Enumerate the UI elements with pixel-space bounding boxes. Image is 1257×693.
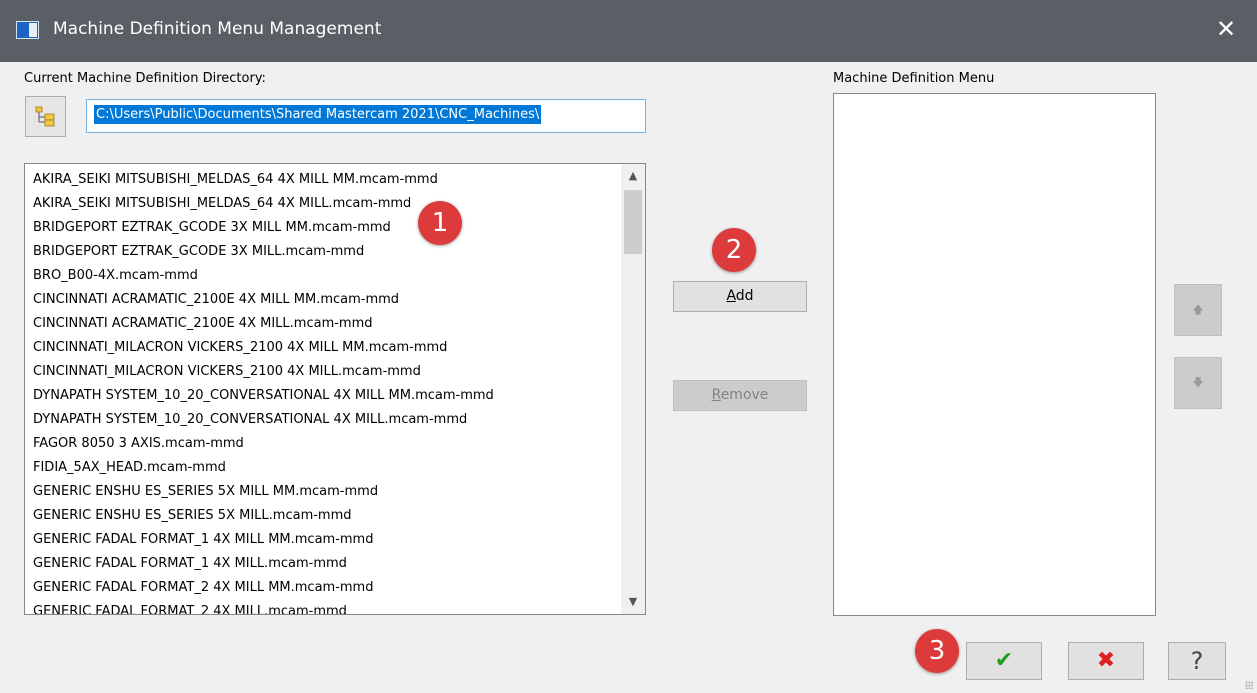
- callout-badge-1: 1: [418, 201, 462, 245]
- remove-button-label: emove: [720, 387, 769, 403]
- machine-definition-menu-list[interactable]: [833, 93, 1156, 616]
- scroll-thumb[interactable]: [624, 190, 642, 254]
- list-item[interactable]: DYNAPATH SYSTEM_10_20_CONVERSATIONAL 4X …: [33, 408, 494, 432]
- list-scrollbar[interactable]: ▲ ▼: [621, 164, 645, 614]
- list-item[interactable]: BRO_B00-4X.mcam-mmd: [33, 264, 494, 288]
- checkmark-icon: ✔: [994, 648, 1014, 673]
- ok-button[interactable]: ✔: [966, 642, 1042, 680]
- scroll-up-arrow-icon[interactable]: ▲: [621, 164, 645, 188]
- directory-label: Current Machine Definition Directory:: [24, 71, 266, 86]
- add-button[interactable]: Add: [673, 281, 807, 312]
- list-item[interactable]: CINCINNATI ACRAMATIC_2100E 4X MILL.mcam-…: [33, 312, 494, 336]
- machine-file-list[interactable]: AKIRA_SEIKI MITSUBISHI_MELDAS_64 4X MILL…: [24, 163, 646, 615]
- list-item[interactable]: FIDIA_5AX_HEAD.mcam-mmd: [33, 456, 494, 480]
- window-title: Machine Definition Menu Management: [53, 19, 382, 39]
- list-item[interactable]: GENERIC FADAL FORMAT_2 4X MILL MM.mcam-m…: [33, 576, 494, 600]
- close-icon[interactable]: ✕: [1211, 14, 1241, 44]
- remove-button-accel: R: [711, 387, 721, 403]
- arrow-up-icon: 🡅: [1192, 303, 1204, 316]
- list-item[interactable]: GENERIC FADAL FORMAT_1 4X MILL.mcam-mmd: [33, 552, 494, 576]
- list-item[interactable]: GENERIC ENSHU ES_SERIES 5X MILL MM.mcam-…: [33, 480, 494, 504]
- move-down-button[interactable]: 🡇: [1174, 357, 1222, 409]
- callout-badge-3: 3: [915, 629, 959, 673]
- title-bar: Machine Definition Menu Management ✕: [0, 0, 1257, 62]
- list-item[interactable]: CINCINNATI_MILACRON VICKERS_2100 4X MILL…: [33, 360, 494, 384]
- list-item[interactable]: BRIDGEPORT EZTRAK_GCODE 3X MILL.mcam-mmd: [33, 240, 494, 264]
- add-button-label: dd: [735, 288, 754, 304]
- help-icon: ?: [1190, 647, 1204, 675]
- menu-label: Machine Definition Menu: [833, 71, 995, 86]
- help-button[interactable]: ?: [1168, 642, 1226, 680]
- list-item[interactable]: GENERIC FADAL FORMAT_2 4X MILL.mcam-mmd: [33, 600, 494, 614]
- list-item[interactable]: FAGOR 8050 3 AXIS.mcam-mmd: [33, 432, 494, 456]
- directory-path-field[interactable]: C:\Users\Public\Documents\Shared Masterc…: [86, 99, 646, 133]
- cancel-button[interactable]: ✖: [1068, 642, 1144, 680]
- folder-tree-icon: [35, 106, 55, 127]
- arrow-down-icon: 🡇: [1192, 376, 1204, 389]
- scroll-down-arrow-icon[interactable]: ▼: [621, 590, 645, 614]
- app-window-icon: [16, 21, 39, 39]
- browse-directory-button[interactable]: [25, 96, 66, 137]
- list-item[interactable]: AKIRA_SEIKI MITSUBISHI_MELDAS_64 4X MILL…: [33, 168, 494, 192]
- list-item[interactable]: GENERIC FADAL FORMAT_1 4X MILL MM.mcam-m…: [33, 528, 494, 552]
- callout-badge-2: 2: [712, 228, 756, 272]
- list-item[interactable]: GENERIC ENSHU ES_SERIES 5X MILL.mcam-mmd: [33, 504, 494, 528]
- move-up-button[interactable]: 🡅: [1174, 284, 1222, 336]
- cancel-x-icon: ✖: [1096, 648, 1116, 673]
- directory-path-text: C:\Users\Public\Documents\Shared Masterc…: [94, 105, 542, 124]
- list-item[interactable]: CINCINNATI ACRAMATIC_2100E 4X MILL MM.mc…: [33, 288, 494, 312]
- resize-grip[interactable]: [1245, 681, 1253, 689]
- add-button-accel: A: [726, 288, 736, 304]
- list-item[interactable]: DYNAPATH SYSTEM_10_20_CONVERSATIONAL 4X …: [33, 384, 494, 408]
- list-item[interactable]: CINCINNATI_MILACRON VICKERS_2100 4X MILL…: [33, 336, 494, 360]
- remove-button[interactable]: Remove: [673, 380, 807, 411]
